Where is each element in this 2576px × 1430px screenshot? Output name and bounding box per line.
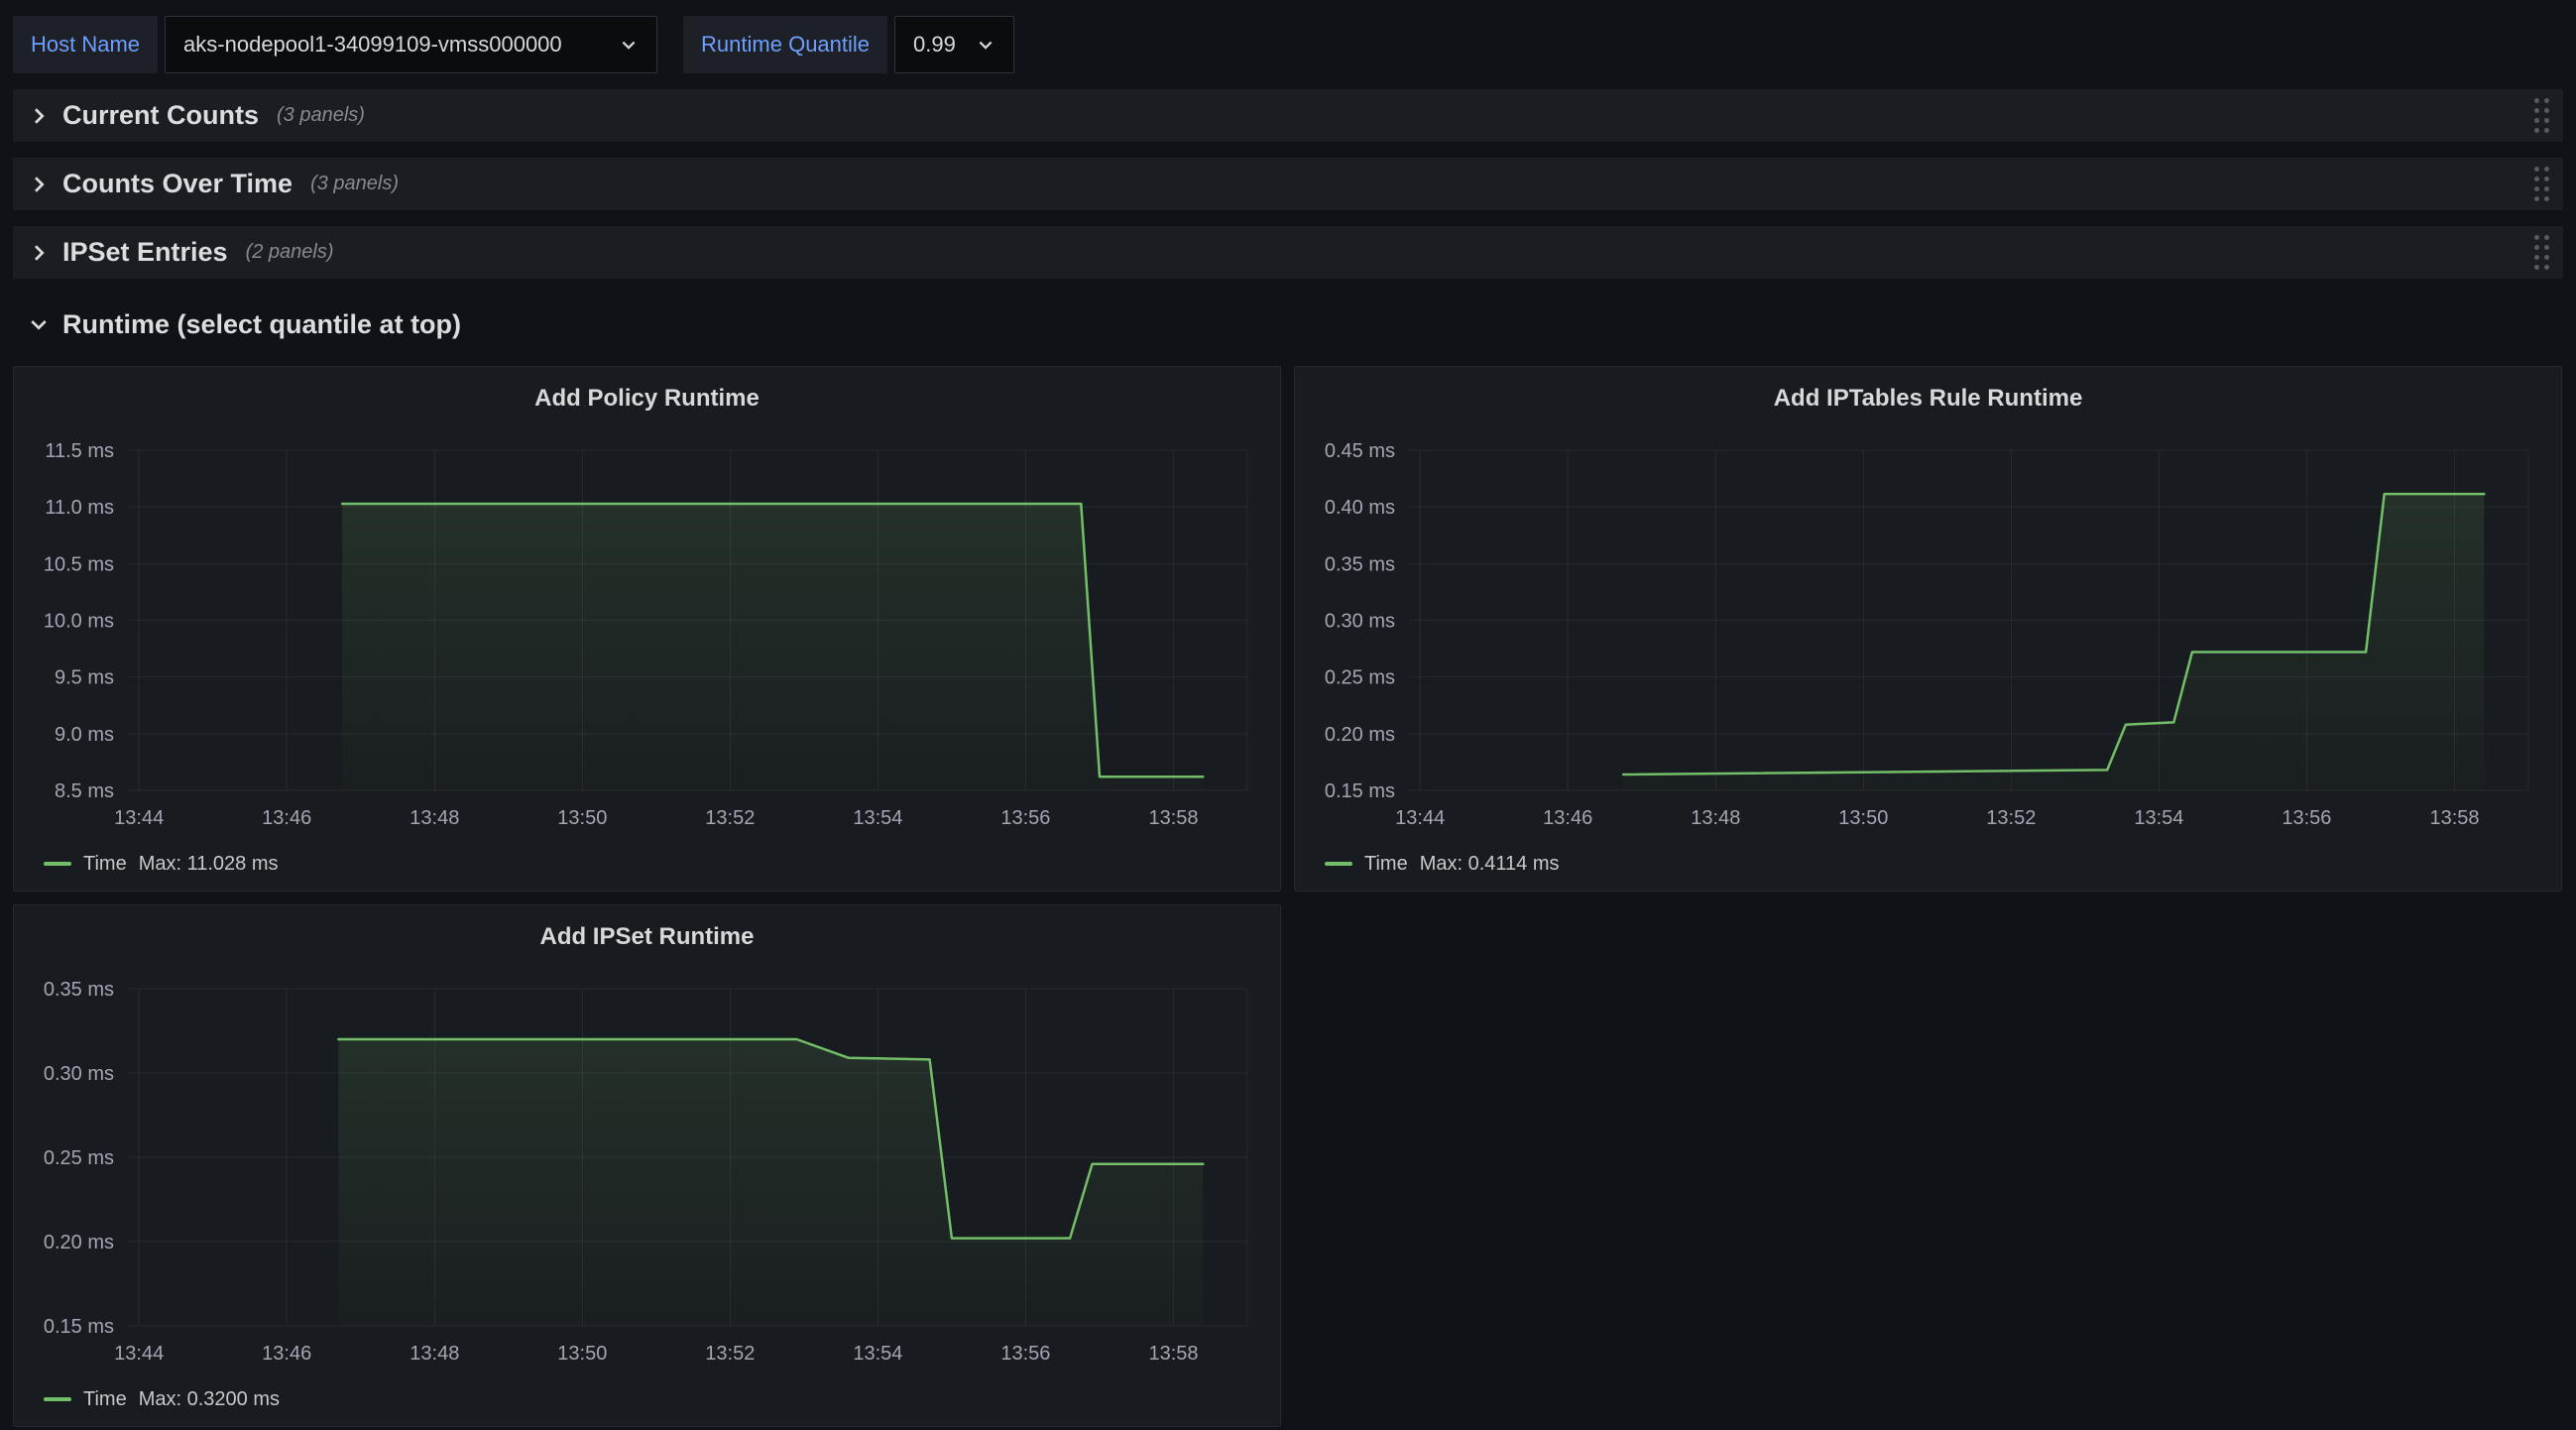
time-series-chart[interactable]: 11.5 ms 11.0 ms 10.5 ms 10.0 ms 9.5 ms 9.0 ms…: [14, 430, 1280, 845]
svg-text:13:52: 13:52: [705, 1343, 755, 1365]
svg-text:13:50: 13:50: [557, 807, 607, 829]
row-ipset-entries[interactable]: IPSet Entries (2 panels): [13, 226, 2563, 279]
svg-text:0.15 ms: 0.15 ms: [44, 1316, 114, 1338]
svg-text:13:54: 13:54: [2134, 807, 2183, 829]
svg-text:10.0 ms: 10.0 ms: [44, 611, 114, 633]
runtime-quantile-value: 0.99: [913, 32, 956, 58]
legend-series-marker: [44, 1397, 71, 1401]
row-panel-count: (3 panels): [310, 173, 399, 195]
svg-text:13:50: 13:50: [557, 1343, 607, 1365]
svg-text:13:48: 13:48: [410, 807, 459, 829]
variable-runtime-quantile: Runtime Quantile 0.99: [683, 16, 1014, 73]
panel-title[interactable]: Add Policy Runtime: [14, 367, 1280, 430]
legend-series-marker: [44, 862, 71, 866]
svg-text:0.40 ms: 0.40 ms: [1325, 497, 1395, 519]
chevron-down-icon: [619, 35, 639, 55]
row-panel-count: (3 panels): [277, 104, 365, 127]
svg-text:13:46: 13:46: [262, 807, 311, 829]
svg-text:0.20 ms: 0.20 ms: [1325, 724, 1395, 746]
svg-text:0.35 ms: 0.35 ms: [1325, 553, 1395, 575]
panel-add-policy-runtime: Add Policy Runtime 11.5 ms 11.0 ms 10.5 ms…: [13, 366, 1281, 892]
legend: Time Max: 0.3200 ms: [14, 1380, 1280, 1426]
svg-text:13:56: 13:56: [1000, 807, 1050, 829]
legend-max-stat: Max: 11.028 ms: [139, 853, 279, 876]
row-title: Current Counts: [62, 100, 259, 131]
chevron-down-icon: [27, 312, 51, 336]
host-name-select[interactable]: aks-nodepool1-34099109-vmss000000: [165, 16, 657, 73]
svg-text:13:56: 13:56: [2282, 807, 2331, 829]
chevron-down-icon: [976, 35, 995, 55]
svg-text:10.5 ms: 10.5 ms: [44, 553, 114, 575]
svg-text:0.25 ms: 0.25 ms: [44, 1147, 114, 1169]
panel-grid: Add Policy Runtime 11.5 ms 11.0 ms 10.5 ms…: [0, 366, 2576, 1427]
panel-title[interactable]: Add IPTables Rule Runtime: [1295, 367, 2561, 430]
row-title: Counts Over Time: [62, 169, 293, 199]
legend: Time Max: 0.4114 ms: [1295, 845, 2561, 891]
svg-text:13:48: 13:48: [410, 1343, 459, 1365]
svg-text:0.15 ms: 0.15 ms: [1325, 780, 1395, 802]
dashboard-rows: Current Counts (3 panels) Counts Over Ti…: [0, 89, 2576, 354]
svg-text:9.0 ms: 9.0 ms: [55, 724, 114, 746]
chevron-right-icon: [27, 104, 51, 128]
svg-text:8.5 ms: 8.5 ms: [55, 780, 114, 802]
legend-max-stat: Max: 0.3200 ms: [139, 1388, 280, 1411]
svg-text:13:58: 13:58: [2429, 807, 2479, 829]
svg-text:0.45 ms: 0.45 ms: [1325, 440, 1395, 462]
svg-text:11.0 ms: 11.0 ms: [45, 497, 114, 519]
chevron-right-icon: [27, 173, 51, 196]
panel-title[interactable]: Add IPSet Runtime: [14, 905, 1280, 969]
runtime-quantile-label: Runtime Quantile: [683, 16, 887, 73]
svg-text:0.25 ms: 0.25 ms: [1325, 667, 1395, 689]
svg-text:13:46: 13:46: [262, 1343, 311, 1365]
svg-text:0.30 ms: 0.30 ms: [1325, 611, 1395, 633]
svg-text:13:54: 13:54: [853, 807, 902, 829]
svg-text:13:48: 13:48: [1691, 807, 1740, 829]
svg-text:0.35 ms: 0.35 ms: [44, 979, 114, 1001]
legend-series-name[interactable]: Time: [1364, 853, 1408, 876]
legend-max-stat: Max: 0.4114 ms: [1420, 853, 1560, 876]
time-series-chart[interactable]: 0.35 ms 0.30 ms 0.25 ms 0.20 ms 0.15 ms13:44…: [14, 969, 1280, 1380]
legend-series-name[interactable]: Time: [83, 1388, 127, 1411]
svg-text:13:58: 13:58: [1148, 1343, 1198, 1365]
host-name-label: Host Name: [13, 16, 158, 73]
svg-text:13:54: 13:54: [853, 1343, 902, 1365]
svg-text:13:58: 13:58: [1148, 807, 1198, 829]
svg-text:13:46: 13:46: [1543, 807, 1592, 829]
svg-text:13:56: 13:56: [1000, 1343, 1050, 1365]
variable-host-name: Host Name aks-nodepool1-34099109-vmss000…: [13, 16, 657, 73]
svg-text:0.20 ms: 0.20 ms: [44, 1232, 114, 1253]
row-title: Runtime (select quantile at top): [62, 309, 461, 340]
svg-text:13:52: 13:52: [1986, 807, 2036, 829]
svg-text:11.5 ms: 11.5 ms: [45, 440, 114, 462]
svg-text:9.5 ms: 9.5 ms: [55, 667, 114, 689]
row-drag-handle-icon[interactable]: [2534, 235, 2549, 270]
svg-text:13:44: 13:44: [114, 1343, 164, 1365]
row-drag-handle-icon[interactable]: [2534, 98, 2549, 133]
chevron-right-icon: [27, 241, 51, 265]
legend-series-name[interactable]: Time: [83, 853, 127, 876]
svg-text:13:44: 13:44: [114, 807, 164, 829]
row-counts-over-time[interactable]: Counts Over Time (3 panels): [13, 158, 2563, 210]
svg-text:13:52: 13:52: [705, 807, 755, 829]
row-current-counts[interactable]: Current Counts (3 panels): [13, 89, 2563, 142]
runtime-quantile-select[interactable]: 0.99: [894, 16, 1014, 73]
panel-add-ipset-runtime: Add IPSet Runtime 0.35 ms0.30 ms0.25 ms0…: [13, 904, 1281, 1427]
row-panel-count: (2 panels): [246, 241, 334, 264]
legend: Time Max: 11.028 ms: [14, 845, 1280, 891]
row-title: IPSet Entries: [62, 237, 228, 268]
svg-text:13:44: 13:44: [1395, 807, 1445, 829]
row-drag-handle-icon[interactable]: [2534, 167, 2549, 201]
panel-add-iptables-rule-runtime: Add IPTables Rule Runtime 0.45 ms 0.40 ms…: [1294, 366, 2562, 892]
row-runtime[interactable]: Runtime (select quantile at top): [13, 295, 2563, 354]
svg-text:13:50: 13:50: [1838, 807, 1888, 829]
dashboard-variables-bar: Host Name aks-nodepool1-34099109-vmss000…: [0, 0, 2576, 89]
svg-text:0.30 ms: 0.30 ms: [44, 1063, 114, 1085]
host-name-value: aks-nodepool1-34099109-vmss000000: [183, 32, 562, 58]
time-series-chart[interactable]: 0.45 ms 0.40 ms 0.35 ms 0.30 ms 0.25 ms 0.20 …: [1295, 430, 2561, 845]
legend-series-marker: [1325, 862, 1352, 866]
